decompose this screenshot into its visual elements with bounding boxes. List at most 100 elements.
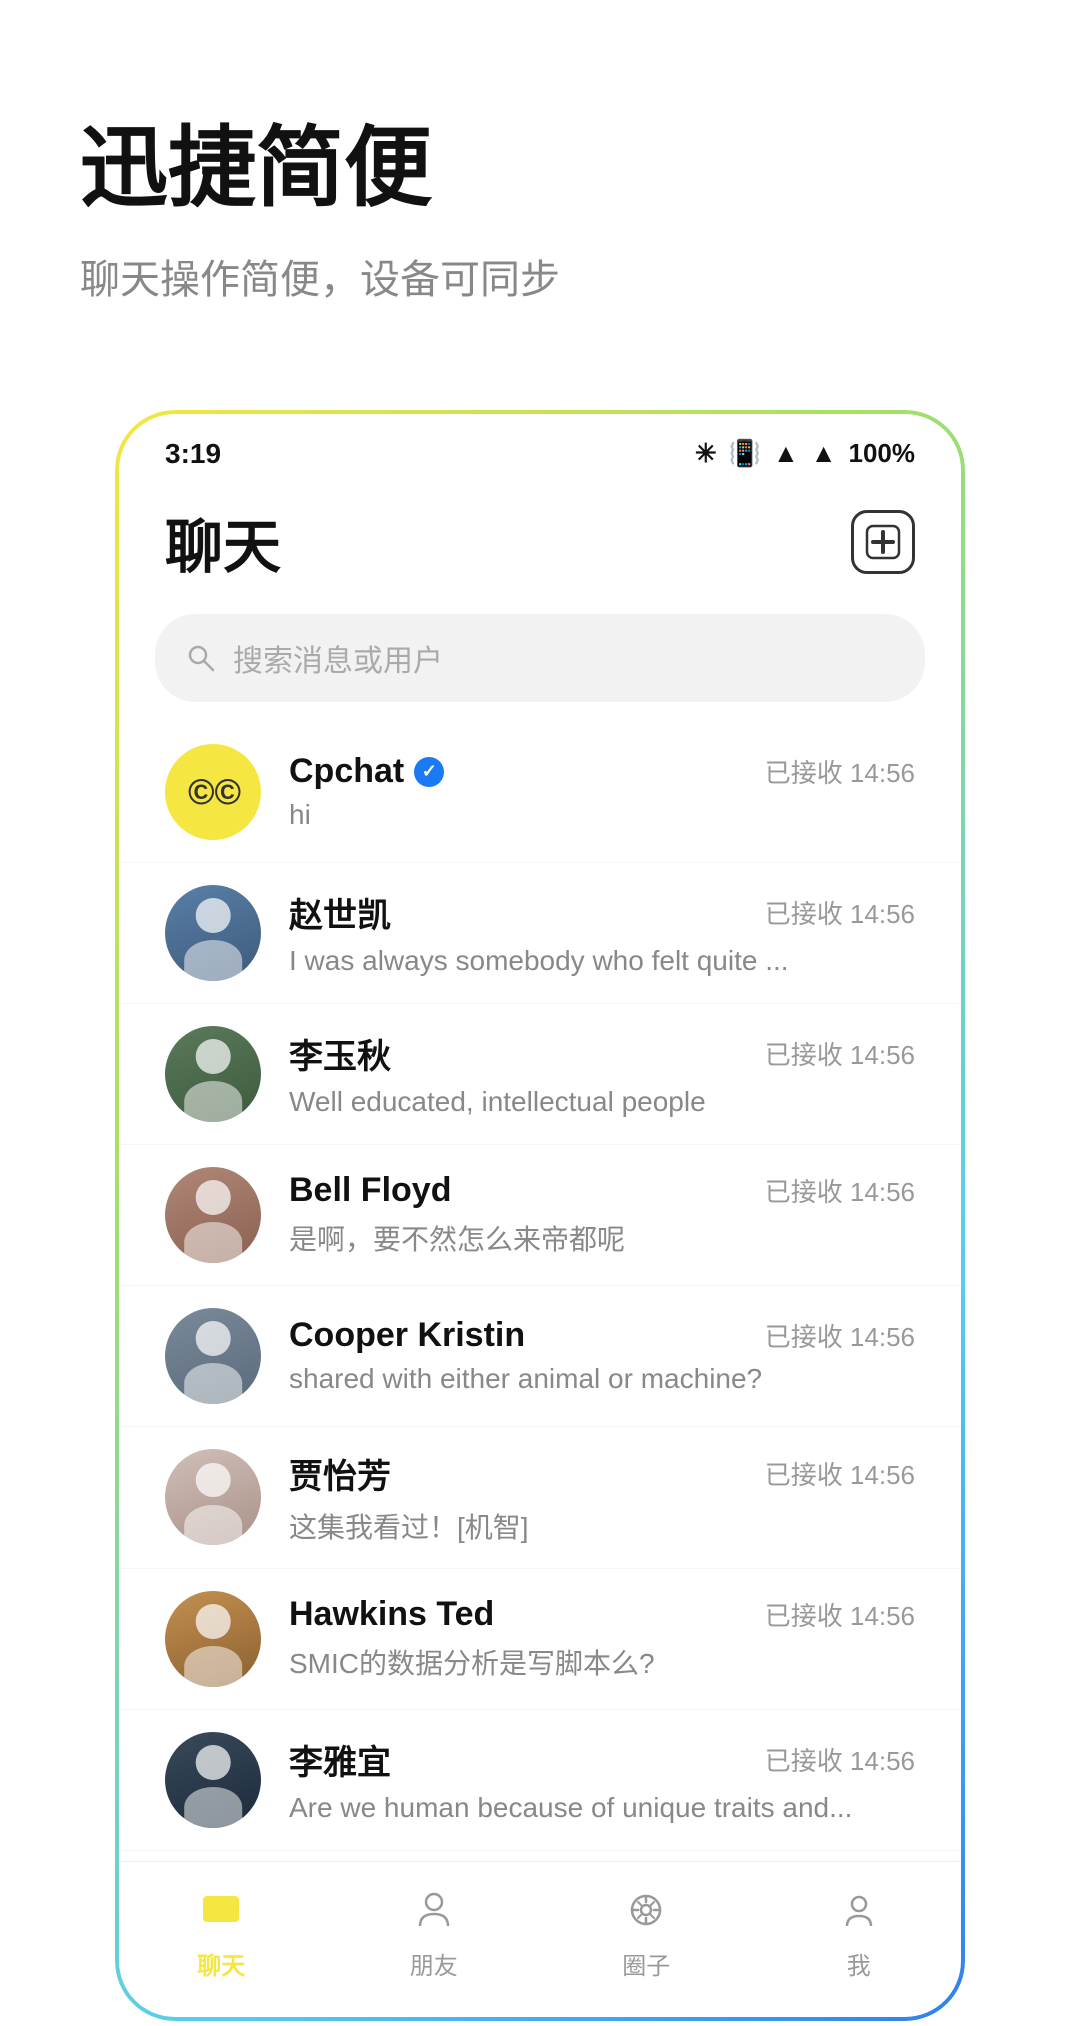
chat-list-item[interactable]: Bell Floyd 已接收 14:56 是啊，要不然怎么来帝都呢 (115, 1145, 965, 1286)
chat-preview: 是啊，要不然怎么来帝都呢 (289, 1218, 915, 1258)
marketing-section: 迅捷简便 聊天操作简便，设备可同步 (0, 0, 1080, 365)
chat-preview: shared with either animal or machine? (289, 1363, 915, 1395)
avatar (165, 1449, 261, 1545)
chat-name: 贾怡芳 (289, 1449, 391, 1498)
avatar (165, 1026, 261, 1122)
avatar (165, 1308, 261, 1404)
chat-time: 已接收 14:56 (765, 1741, 915, 1778)
chat-name: 李玉秋 (289, 1029, 391, 1078)
nav-label-circle: 圈子 (622, 1946, 670, 1981)
chat-info: Cpchat 已接收 14:56 hi (289, 752, 915, 831)
chat-name: 李雅宜 (289, 1735, 391, 1784)
chat-name: Cpchat (289, 752, 444, 791)
search-bar[interactable]: 搜索消息或用户 (155, 614, 925, 702)
chat-time: 已接收 14:56 (765, 753, 915, 790)
chat-info: 贾怡芳 已接收 14:56 这集我看过！[机智] (289, 1449, 915, 1546)
search-icon (185, 642, 217, 674)
chat-name-row: 李雅宜 已接收 14:56 (289, 1735, 915, 1784)
phone-mockup-container: 3:19 ✳ 📳 ▲ ▲ 100% 聊天 (110, 405, 970, 2026)
avatar-head (196, 1180, 231, 1215)
avatar (165, 1591, 261, 1687)
chat-time: 已接收 14:56 (765, 1172, 915, 1209)
chat-preview: I was always somebody who felt quite ... (289, 945, 915, 977)
chat-info: 李玉秋 已接收 14:56 Well educated, intellectua… (289, 1029, 915, 1118)
avatar-head (196, 898, 231, 933)
chat-name: Cooper Kristin (289, 1316, 525, 1355)
nav-icon-me (831, 1882, 887, 1938)
chat-name: Hawkins Ted (289, 1595, 494, 1634)
nav-item-me[interactable]: 我 (753, 1882, 966, 1981)
avatar-body (184, 1646, 242, 1686)
chat-preview: SMIC的数据分析是写脚本么? (289, 1642, 915, 1682)
phone-mockup: 3:19 ✳ 📳 ▲ ▲ 100% 聊天 (110, 405, 970, 2026)
avatar (165, 1732, 261, 1828)
chat-info: 赵世凯 已接收 14:56 I was always somebody who … (289, 888, 915, 977)
chat-list-item[interactable]: 赵世凯 已接收 14:56 I was always somebody who … (115, 863, 965, 1004)
bottom-nav: 聊天 朋友 圈子 我 (115, 1861, 965, 2021)
chat-nav-icon (197, 1886, 245, 1934)
chat-info: 李雅宜 已接收 14:56 Are we human because of un… (289, 1735, 915, 1824)
avatar-body (184, 1505, 242, 1545)
chat-preview: Are we human because of unique traits an… (289, 1792, 915, 1824)
chat-time: 已接收 14:56 (765, 1035, 915, 1072)
verified-badge (414, 757, 444, 787)
chat-list-item[interactable]: 贾怡芳 已接收 14:56 这集我看过！[机智] (115, 1427, 965, 1569)
chat-name: Bell Floyd (289, 1171, 451, 1210)
marketing-title: 迅捷简便 (80, 120, 1000, 217)
status-icons: ✳ 📳 ▲ ▲ 100% (695, 438, 915, 469)
chat-time: 已接收 14:56 (765, 1317, 915, 1354)
chat-name-row: Hawkins Ted 已接收 14:56 (289, 1595, 915, 1634)
chat-info: Hawkins Ted 已接收 14:56 SMIC的数据分析是写脚本么? (289, 1595, 915, 1682)
chat-info: Cooper Kristin 已接收 14:56 shared with eit… (289, 1316, 915, 1395)
chat-list-item[interactable]: 李玉秋 已接收 14:56 Well educated, intellectua… (115, 1004, 965, 1145)
avatar-head (196, 1604, 231, 1639)
wifi-icon: ▲ (773, 438, 799, 469)
chat-name-row: 李玉秋 已接收 14:56 (289, 1029, 915, 1078)
nav-icon-friends (406, 1882, 462, 1938)
chat-list: ©© Cpchat 已接收 14:56 hi 赵世凯 已接收 14:56 I w… (115, 722, 965, 1851)
svg-text:©©: ©© (188, 772, 241, 812)
avatar-body (184, 1222, 242, 1262)
avatar-head (196, 1463, 231, 1498)
nav-label-chat: 聊天 (197, 1946, 245, 1981)
avatar (165, 885, 261, 981)
nav-icon-circle (618, 1882, 674, 1938)
vibrate-icon: 📳 (729, 438, 761, 469)
marketing-subtitle: 聊天操作简便，设备可同步 (80, 247, 1000, 305)
battery-percent: 100% (849, 438, 916, 469)
chat-list-item[interactable]: ©© Cpchat 已接收 14:56 hi (115, 722, 965, 863)
nav-label-me: 我 (847, 1946, 871, 1981)
cpchat-logo-icon: ©© (183, 772, 243, 812)
avatar-body (184, 1787, 242, 1827)
app-title: 聊天 (165, 500, 281, 584)
chat-list-item[interactable]: 李雅宜 已接收 14:56 Are we human because of un… (115, 1710, 965, 1851)
chat-preview: hi (289, 799, 915, 831)
chat-name-row: Cooper Kristin 已接收 14:56 (289, 1316, 915, 1355)
nav-item-friends[interactable]: 朋友 (328, 1882, 541, 1981)
avatar-head (196, 1321, 231, 1356)
nav-item-circle[interactable]: 圈子 (540, 1882, 753, 1981)
avatar-body (184, 940, 242, 980)
avatar (165, 1167, 261, 1263)
chat-name-row: Cpchat 已接收 14:56 (289, 752, 915, 791)
add-chat-button[interactable] (851, 510, 915, 574)
chat-name-row: 贾怡芳 已接收 14:56 (289, 1449, 915, 1498)
chat-list-item[interactable]: Cooper Kristin 已接收 14:56 shared with eit… (115, 1286, 965, 1427)
chat-info: Bell Floyd 已接收 14:56 是啊，要不然怎么来帝都呢 (289, 1171, 915, 1258)
chat-preview: Well educated, intellectual people (289, 1086, 915, 1118)
me-nav-icon (835, 1886, 883, 1934)
chat-preview: 这集我看过！[机智] (289, 1506, 915, 1546)
avatar-body (184, 1363, 242, 1403)
avatar-head (196, 1745, 231, 1780)
chat-name-row: 赵世凯 已接收 14:56 (289, 888, 915, 937)
chat-time: 已接收 14:56 (765, 1455, 915, 1492)
circle-nav-icon (622, 1886, 670, 1934)
app-header: 聊天 (115, 480, 965, 604)
search-placeholder: 搜索消息或用户 (233, 636, 443, 680)
chat-name: 赵世凯 (289, 888, 391, 937)
chat-list-item[interactable]: Hawkins Ted 已接收 14:56 SMIC的数据分析是写脚本么? (115, 1569, 965, 1710)
phone-inner: 3:19 ✳ 📳 ▲ ▲ 100% 聊天 (115, 410, 965, 2021)
bluetooth-icon: ✳ (695, 438, 717, 469)
nav-item-chat[interactable]: 聊天 (115, 1882, 328, 1981)
chat-name-row: Bell Floyd 已接收 14:56 (289, 1171, 915, 1210)
